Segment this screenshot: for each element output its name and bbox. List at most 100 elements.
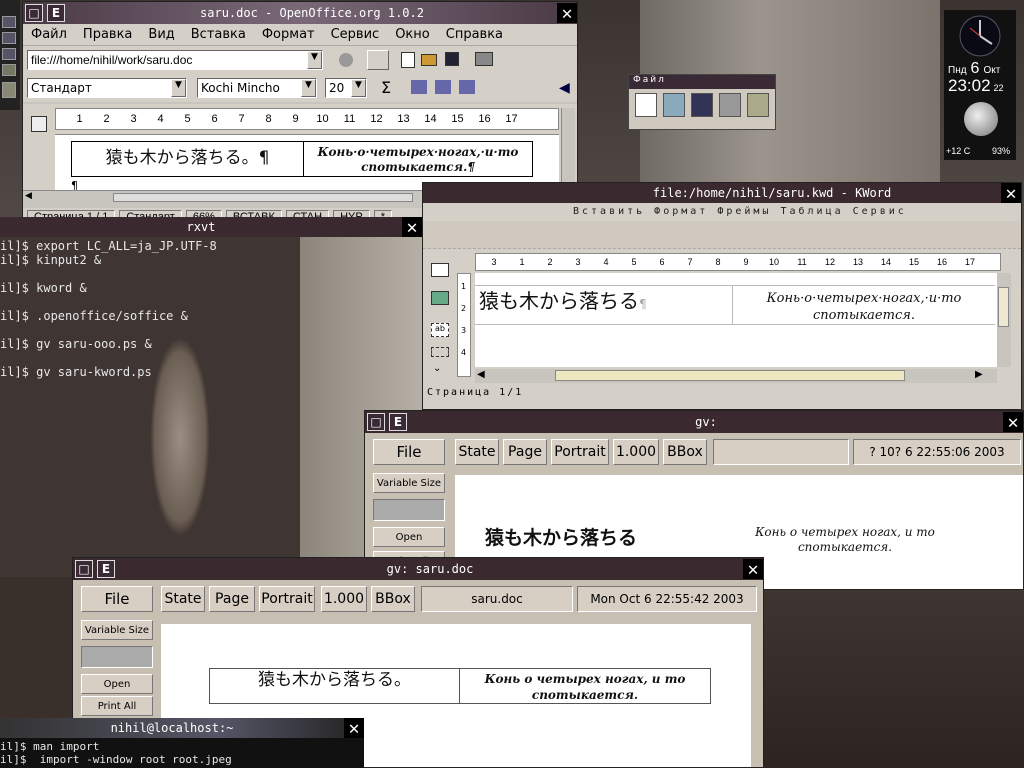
window-menu-icon[interactable]: □: [367, 413, 385, 431]
table-icon[interactable]: [411, 80, 427, 94]
gv1-file-button[interactable]: File: [373, 439, 445, 465]
font-dropdown-icon[interactable]: ▼: [301, 79, 316, 97]
scroll-thumb[interactable]: [998, 287, 1009, 327]
font-name-select[interactable]: Kochi Mincho: [197, 78, 317, 98]
close-icon[interactable]: ✕: [402, 217, 422, 238]
gv2-bbox-button[interactable]: BBox: [371, 586, 415, 612]
gv2-orientation-button[interactable]: Portrait: [259, 586, 315, 612]
scroll-right-icon[interactable]: ▶: [975, 369, 983, 380]
gv2-open-button[interactable]: Open: [81, 674, 153, 694]
kword-page[interactable]: 猿も木から落ちる¶ Конь·о·четырех·ногах,·и·то спо…: [475, 273, 997, 367]
ruler-number-9: 10: [316, 113, 329, 125]
scroll-thumb[interactable]: [113, 193, 413, 202]
insert-formula-icon[interactable]: [431, 347, 449, 357]
import-terminal-titlebar[interactable]: nihil@localhost:~ ✕: [0, 718, 364, 739]
close-icon[interactable]: ✕: [344, 718, 364, 739]
gv2-scale-button[interactable]: 1.000: [321, 586, 367, 612]
window-e-button[interactable]: E: [47, 4, 65, 22]
gv2-page-list[interactable]: [81, 646, 153, 668]
stop-icon[interactable]: [339, 53, 353, 67]
gv1-scale-button[interactable]: 1.000: [613, 439, 659, 465]
gv2-state-button[interactable]: State: [161, 586, 205, 612]
dock-icon-2[interactable]: [2, 32, 16, 44]
scroll-thumb[interactable]: [555, 370, 905, 381]
openoffice-vscrollbar[interactable]: [561, 108, 575, 190]
insert-text-frame-icon[interactable]: ab: [431, 323, 449, 337]
dock-icon-5[interactable]: [2, 82, 16, 98]
gv1-variable-size-button[interactable]: Variable Size: [373, 473, 445, 493]
import-terminal-text[interactable]: il]$ man import il]$ import -window root …: [0, 740, 232, 766]
menu-item-0[interactable]: Файл: [23, 27, 75, 42]
insert-picture-icon[interactable]: [431, 291, 449, 305]
kword-vscrollbar[interactable]: [997, 273, 1011, 367]
gv1-open-button[interactable]: Open: [373, 527, 445, 547]
gv1-page-list[interactable]: [373, 499, 445, 521]
kword-titlebar[interactable]: file:/home/nihil/saru.kwd - KWord ✕: [423, 183, 1021, 204]
open-document-icon[interactable]: [663, 93, 685, 117]
kword-vertical-ruler[interactable]: 1 2 3 4: [457, 273, 471, 377]
clock-day: Пнд: [948, 65, 967, 76]
close-icon[interactable]: ✕: [1001, 183, 1021, 204]
table-icon-3[interactable]: [459, 80, 475, 94]
gv2-file-button[interactable]: File: [81, 586, 153, 612]
kword-ruler[interactable]: 3 1 2 3 4 5 6 7 8 9 10 11 12 13 14 15 16 17: [475, 253, 1001, 271]
close-icon[interactable]: ✕: [1003, 412, 1023, 433]
gv2-titlebar[interactable]: □ E gv: saru.doc ✕: [73, 558, 763, 580]
gv2-print-button[interactable]: Print All: [81, 696, 153, 716]
window-menu-icon[interactable]: □: [75, 560, 93, 578]
gv1-bbox-button[interactable]: BBox: [663, 439, 707, 465]
menu-item-4[interactable]: Формат: [254, 27, 323, 42]
new-icon[interactable]: [401, 52, 415, 68]
url-field[interactable]: file:///home/nihil/work/saru.doc: [27, 50, 323, 70]
sum-icon[interactable]: Σ: [381, 78, 391, 97]
menu-item-7[interactable]: Справка: [438, 27, 511, 42]
dock-icon-3[interactable]: [2, 48, 16, 60]
navigator-icon[interactable]: [31, 116, 47, 132]
new-document-icon[interactable]: [635, 93, 657, 117]
scroll-left-icon[interactable]: ◀: [25, 191, 32, 201]
close-icon[interactable]: ✕: [557, 3, 577, 24]
close-icon[interactable]: ✕: [743, 559, 763, 580]
rxvt-titlebar[interactable]: rxvt ✕: [0, 217, 422, 238]
openoffice-ru-cell: Конь·о·четырех·ногах,·и·то спотыкается.¶: [304, 142, 532, 176]
menu-item-5[interactable]: Сервис: [323, 27, 388, 42]
print-icon[interactable]: [475, 52, 493, 66]
save-icon[interactable]: [445, 52, 459, 66]
gv1-state-button[interactable]: State: [455, 439, 499, 465]
print-icon[interactable]: [719, 93, 741, 117]
window-e-button[interactable]: E: [97, 560, 115, 578]
paragraph-style-select[interactable]: Стандарт: [27, 78, 187, 98]
gv1-page-button[interactable]: Page: [503, 439, 547, 465]
window-e-button[interactable]: E: [389, 413, 407, 431]
openoffice-ruler[interactable]: 1 2 3 4 5 6 7 8 9 10 11 12 13 14 15 16 17: [55, 108, 559, 130]
menu-item-6[interactable]: Окно: [387, 27, 438, 42]
kword-menubar[interactable]: Вставить Формат Фреймы Таблица Сервис: [423, 203, 1021, 221]
url-dropdown-icon[interactable]: ▼: [307, 51, 322, 69]
print-preview-icon[interactable]: [747, 93, 769, 117]
menu-item-2[interactable]: Вид: [140, 27, 182, 42]
gv1-orientation-button[interactable]: Portrait: [551, 439, 609, 465]
arrow-left-icon[interactable]: ◀: [559, 80, 570, 96]
kword-vruler-number-0: 1: [461, 282, 467, 291]
dock-icon-4[interactable]: [2, 64, 16, 76]
open-icon[interactable]: [421, 54, 437, 66]
openoffice-titlebar[interactable]: □ E saru.doc - OpenOffice.org 1.0.2 ✕: [23, 2, 577, 24]
scroll-left-icon[interactable]: ◀: [477, 369, 485, 380]
gv2-variable-size-button[interactable]: Variable Size: [81, 620, 153, 640]
openoffice-jp-cell: 猿も木から落ちる。¶: [72, 142, 304, 176]
gv2-page-button[interactable]: Page: [209, 586, 255, 612]
dock-icon-1[interactable]: [2, 16, 16, 28]
table-icon-2[interactable]: [435, 80, 451, 94]
insert-table-icon[interactable]: [431, 263, 449, 277]
style-dropdown-icon[interactable]: ▼: [171, 79, 186, 97]
save-icon[interactable]: [691, 93, 713, 117]
size-dropdown-icon[interactable]: ▼: [351, 79, 366, 97]
gv1-titlebar[interactable]: □ E gv: ✕: [365, 411, 1023, 433]
edit-file-icon[interactable]: [367, 50, 389, 70]
more-tools-icon[interactable]: ⌄: [433, 363, 441, 374]
menu-item-3[interactable]: Вставка: [183, 27, 254, 42]
rxvt-terminal-text[interactable]: il]$ export LC_ALL=ja_JP.UTF-8 il]$ kinpu…: [0, 239, 300, 379]
menu-item-1[interactable]: Правка: [75, 27, 140, 42]
kword-hscrollbar[interactable]: ◀ ▶: [475, 369, 997, 383]
window-menu-icon[interactable]: □: [25, 4, 43, 22]
